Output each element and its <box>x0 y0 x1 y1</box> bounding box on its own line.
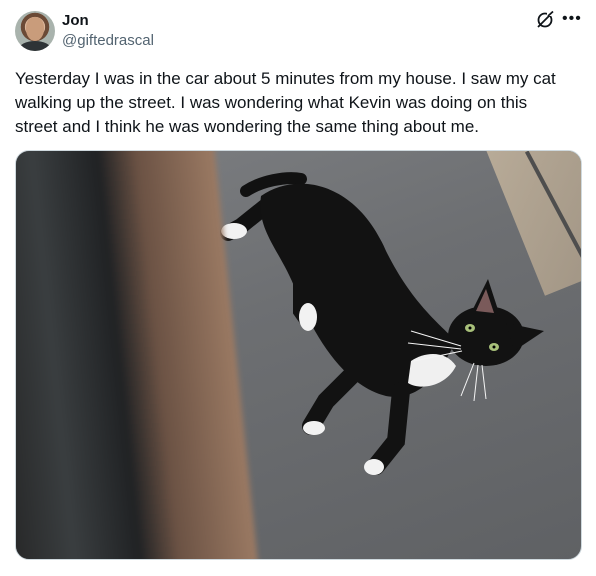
more-icon[interactable]: ••• <box>562 11 582 27</box>
avatar-face <box>26 17 44 41</box>
avatar[interactable] <box>15 11 55 51</box>
tweet-text: Yesterday I was in the car about 5 minut… <box>15 69 556 136</box>
avatar-shirt <box>19 41 51 51</box>
author-handle[interactable]: @giftedrascal <box>62 32 154 49</box>
author-name[interactable]: Jon <box>62 12 89 29</box>
tweet-photo[interactable] <box>15 150 582 560</box>
grok-icon[interactable] <box>535 10 555 30</box>
